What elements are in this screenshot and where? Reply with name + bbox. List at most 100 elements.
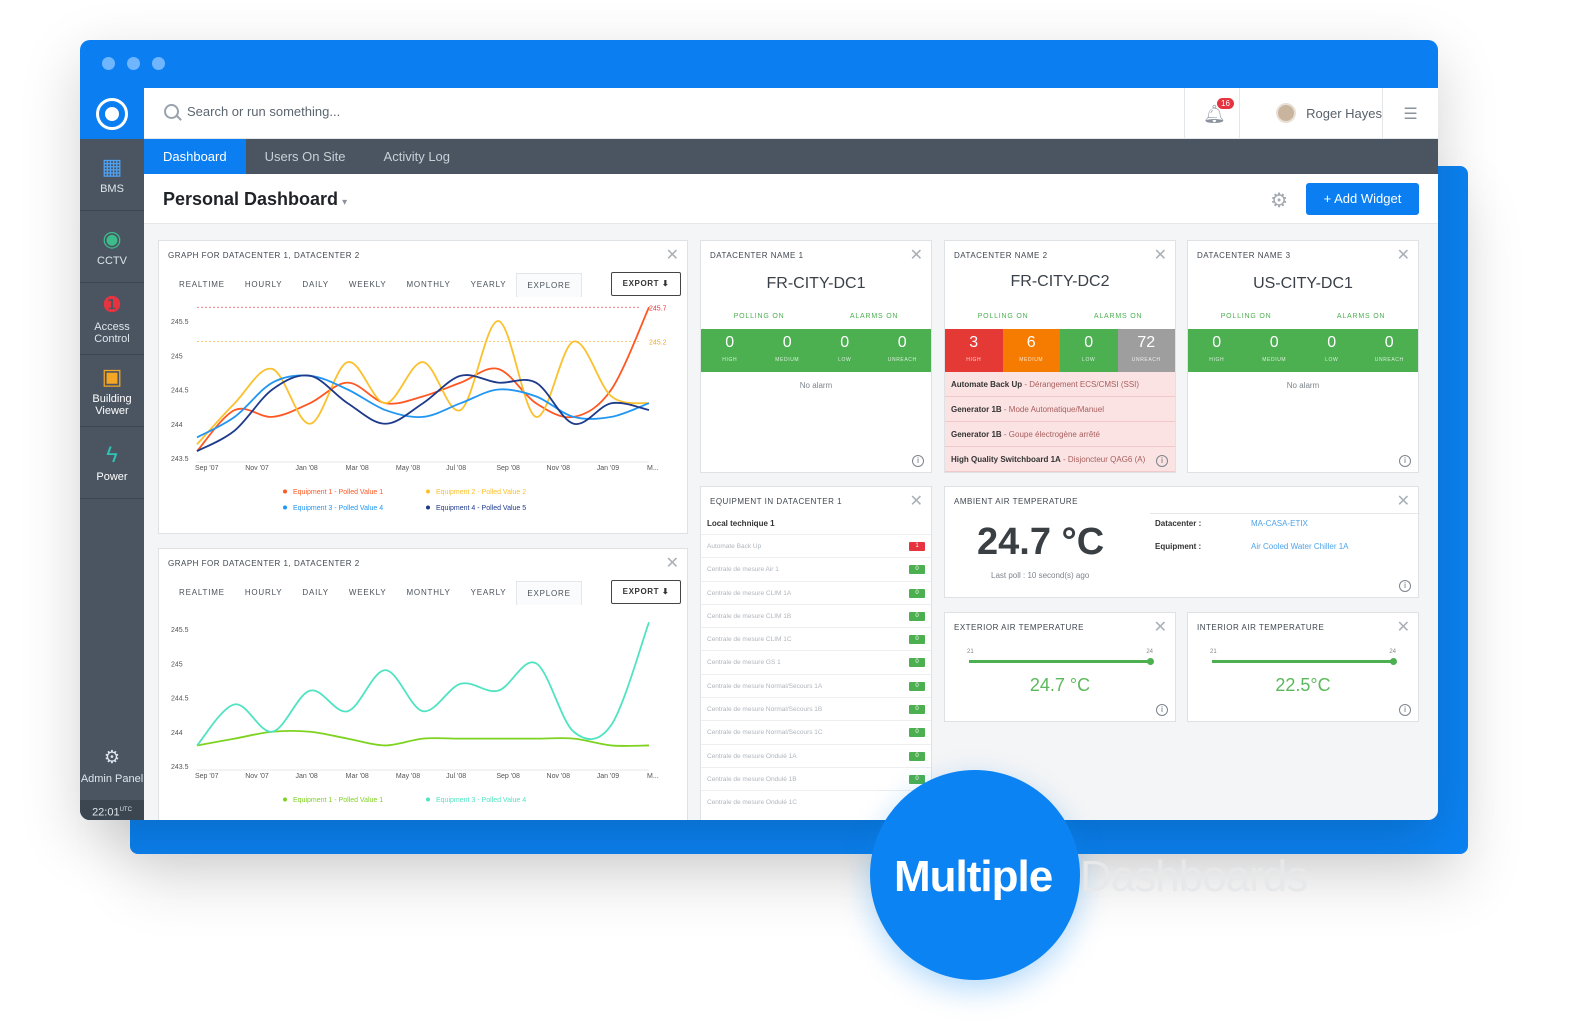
count-low[interactable]: 0 LOW (816, 329, 874, 372)
alarm-row[interactable]: Generator 1B - Mode Automatique/Manuel (945, 397, 1175, 422)
export-button[interactable]: EXPORT ⬇ (611, 272, 681, 296)
close-icon[interactable]: ✕ (1154, 245, 1167, 265)
y-tick-label: 245 (171, 353, 183, 360)
count-label: LOW (1325, 357, 1339, 363)
count-low[interactable]: 0 LOW (1303, 329, 1361, 372)
alarms-status: ALARMS ON (1093, 313, 1143, 320)
alarm-source: Generator 1B (951, 430, 1002, 439)
alarm-row[interactable]: Automate Back Up - Dérangement ECS/CMSI … (945, 372, 1175, 397)
sidebar-item-admin-panel[interactable]: ⚙ Admin Panel (80, 728, 144, 800)
count-value: 72 (1137, 334, 1156, 351)
user-menu[interactable]: Roger Hayes (1276, 103, 1382, 123)
tab-explore[interactable]: EXPLORE (516, 581, 582, 605)
tab-hourly[interactable]: HOURLY (235, 581, 293, 605)
count-medium[interactable]: 0 MEDIUM (758, 329, 816, 372)
count-low[interactable]: 0 LOW (1060, 329, 1118, 372)
info-icon[interactable]: i (912, 455, 924, 467)
temperature-slider[interactable] (969, 658, 1154, 665)
add-widget-button[interactable]: + Add Widget (1306, 183, 1419, 215)
info-icon[interactable]: i (1156, 455, 1168, 467)
window-dot[interactable] (152, 57, 165, 70)
equipment-row[interactable]: Centrale de mesure CLIM 1A 0 (701, 580, 931, 604)
tab-dashboard[interactable]: Dashboard (144, 139, 246, 174)
notifications-button[interactable]: 🔔︎ 16 (1184, 88, 1240, 139)
close-icon[interactable]: ✕ (1397, 491, 1410, 511)
alarm-source: Generator 1B (951, 405, 1002, 414)
sidebar-item-bms[interactable]: ▦ BMS (80, 139, 144, 211)
info-icon[interactable]: i (1399, 704, 1411, 716)
equipment-row[interactable]: Centrale de mesure GS 1 0 (701, 650, 931, 673)
status-badge: 1 (909, 542, 925, 551)
equipment-row[interactable]: Centrale de mesure Ondulé 1B 0 (701, 766, 931, 790)
equipment-row[interactable]: Centrale de mesure Normal/Secours 1A 0 (701, 673, 931, 697)
count-value: 0 (1327, 334, 1337, 351)
count-unreach[interactable]: 72 UNREACH (1117, 329, 1175, 372)
equipment-row[interactable]: Centrale de mesure Air 1 0 (701, 557, 931, 580)
count-unreach[interactable]: 0 UNREACH (873, 329, 931, 372)
info-icon[interactable]: i (1156, 704, 1168, 716)
legend-dot (426, 505, 430, 510)
sidebar-item-access-control[interactable]: ❶ Access Control (80, 283, 144, 355)
count-medium[interactable]: 0 MEDIUM (1245, 329, 1303, 372)
tab-hourly[interactable]: HOURLY (235, 273, 293, 297)
tab-daily[interactable]: DAILY (292, 273, 339, 297)
equipment-row[interactable]: Centrale de mesure Normal/Secours 1C 0 (701, 720, 931, 743)
alarm-source: High Quality Switchboard 1A (951, 455, 1061, 464)
equipment-row[interactable]: Centrale de mesure CLIM 1B 0 (701, 603, 931, 627)
close-icon[interactable]: ✕ (910, 245, 923, 265)
equipment-link[interactable]: Air Cooled Water Chiller 1A (1251, 542, 1349, 551)
tab-yearly[interactable]: YEARLY (461, 273, 517, 297)
close-icon[interactable]: ✕ (910, 491, 923, 511)
sidebar-item-building-viewer[interactable]: ▣ Building Viewer (80, 355, 144, 427)
export-button[interactable]: EXPORT ⬇ (611, 580, 681, 604)
search-input[interactable]: Search or run something... (187, 104, 340, 119)
status-labels: POLLING ON ALARMS ON (701, 313, 931, 320)
tab-monthly[interactable]: MONTHLY (396, 581, 460, 605)
alarm-row[interactable]: Generator 1B - Goupe électrogène arrêté (945, 422, 1175, 447)
tab-users-on-site[interactable]: Users On Site (246, 139, 365, 174)
tab-daily[interactable]: DAILY (292, 581, 339, 605)
gear-icon[interactable]: ⚙ (1270, 188, 1288, 213)
count-high[interactable]: 3 HIGH (945, 329, 1003, 372)
temperature-slider[interactable] (1212, 658, 1397, 665)
tab-realtime[interactable]: REALTIME (169, 581, 235, 605)
equipment-row[interactable]: Centrale de mesure Normal/Secours 1B 0 (701, 697, 931, 720)
alarm-text: - Mode Automatique/Manuel (1001, 405, 1104, 414)
equipment-row[interactable]: Centrale de mesure CLIM 1C 0 (701, 627, 931, 650)
tab-yearly[interactable]: YEARLY (461, 581, 517, 605)
tab-weekly[interactable]: WEEKLY (339, 273, 397, 297)
count-high[interactable]: 0 HIGH (701, 329, 759, 372)
legend-label: Equipment 1 - Polled Value 1 (293, 489, 383, 496)
count-medium[interactable]: 6 MEDIUM (1002, 329, 1060, 372)
window-dot[interactable] (127, 57, 140, 70)
bolt-icon: ϟ (106, 442, 118, 467)
close-icon[interactable]: ✕ (1154, 617, 1167, 637)
info-icon[interactable]: i (1399, 455, 1411, 467)
count-high[interactable]: 0 HIGH (1188, 329, 1246, 372)
info-icon[interactable]: i (1399, 580, 1411, 592)
alarms-status: ALARMS ON (1336, 313, 1386, 320)
dashboard-selector[interactable]: Personal Dashboard ▾ (163, 189, 347, 210)
tab-explore[interactable]: EXPLORE (516, 273, 582, 297)
tab-realtime[interactable]: REALTIME (169, 273, 235, 297)
alarm-row[interactable]: High Quality Switchboard 1A - Disjoncteu… (945, 447, 1175, 472)
tab-weekly[interactable]: WEEKLY (339, 581, 397, 605)
close-icon[interactable]: ✕ (1397, 245, 1410, 265)
equipment-row[interactable]: Centrale de mesure Onduié 1A 0 (701, 743, 931, 767)
menu-icon[interactable]: ☰ (1382, 88, 1438, 139)
tab-activity-log[interactable]: Activity Log (365, 139, 469, 174)
datacenter-link[interactable]: MA-CASA-ETIX (1251, 519, 1308, 528)
sidebar-item-cctv[interactable]: ◉ CCTV (80, 211, 144, 283)
close-icon[interactable]: ✕ (1397, 617, 1410, 637)
close-icon[interactable]: ✕ (666, 245, 679, 265)
equipment-row[interactable]: Automate Back Up 1 (701, 534, 931, 557)
count-unreach[interactable]: 0 UNREACH (1360, 329, 1418, 372)
status-badge: 0 (909, 565, 925, 575)
app-logo[interactable] (80, 88, 144, 139)
tab-monthly[interactable]: MONTHLY (396, 273, 460, 297)
close-icon[interactable]: ✕ (666, 553, 679, 573)
search-bar[interactable]: Search or run something... (164, 104, 340, 119)
datacenter-widget-2: DATACENTER NAME 2 ✕ FR-CITY-DC2 POLLING … (944, 240, 1176, 473)
sidebar-item-power[interactable]: ϟ Power (80, 427, 144, 499)
window-dot[interactable] (102, 57, 115, 70)
